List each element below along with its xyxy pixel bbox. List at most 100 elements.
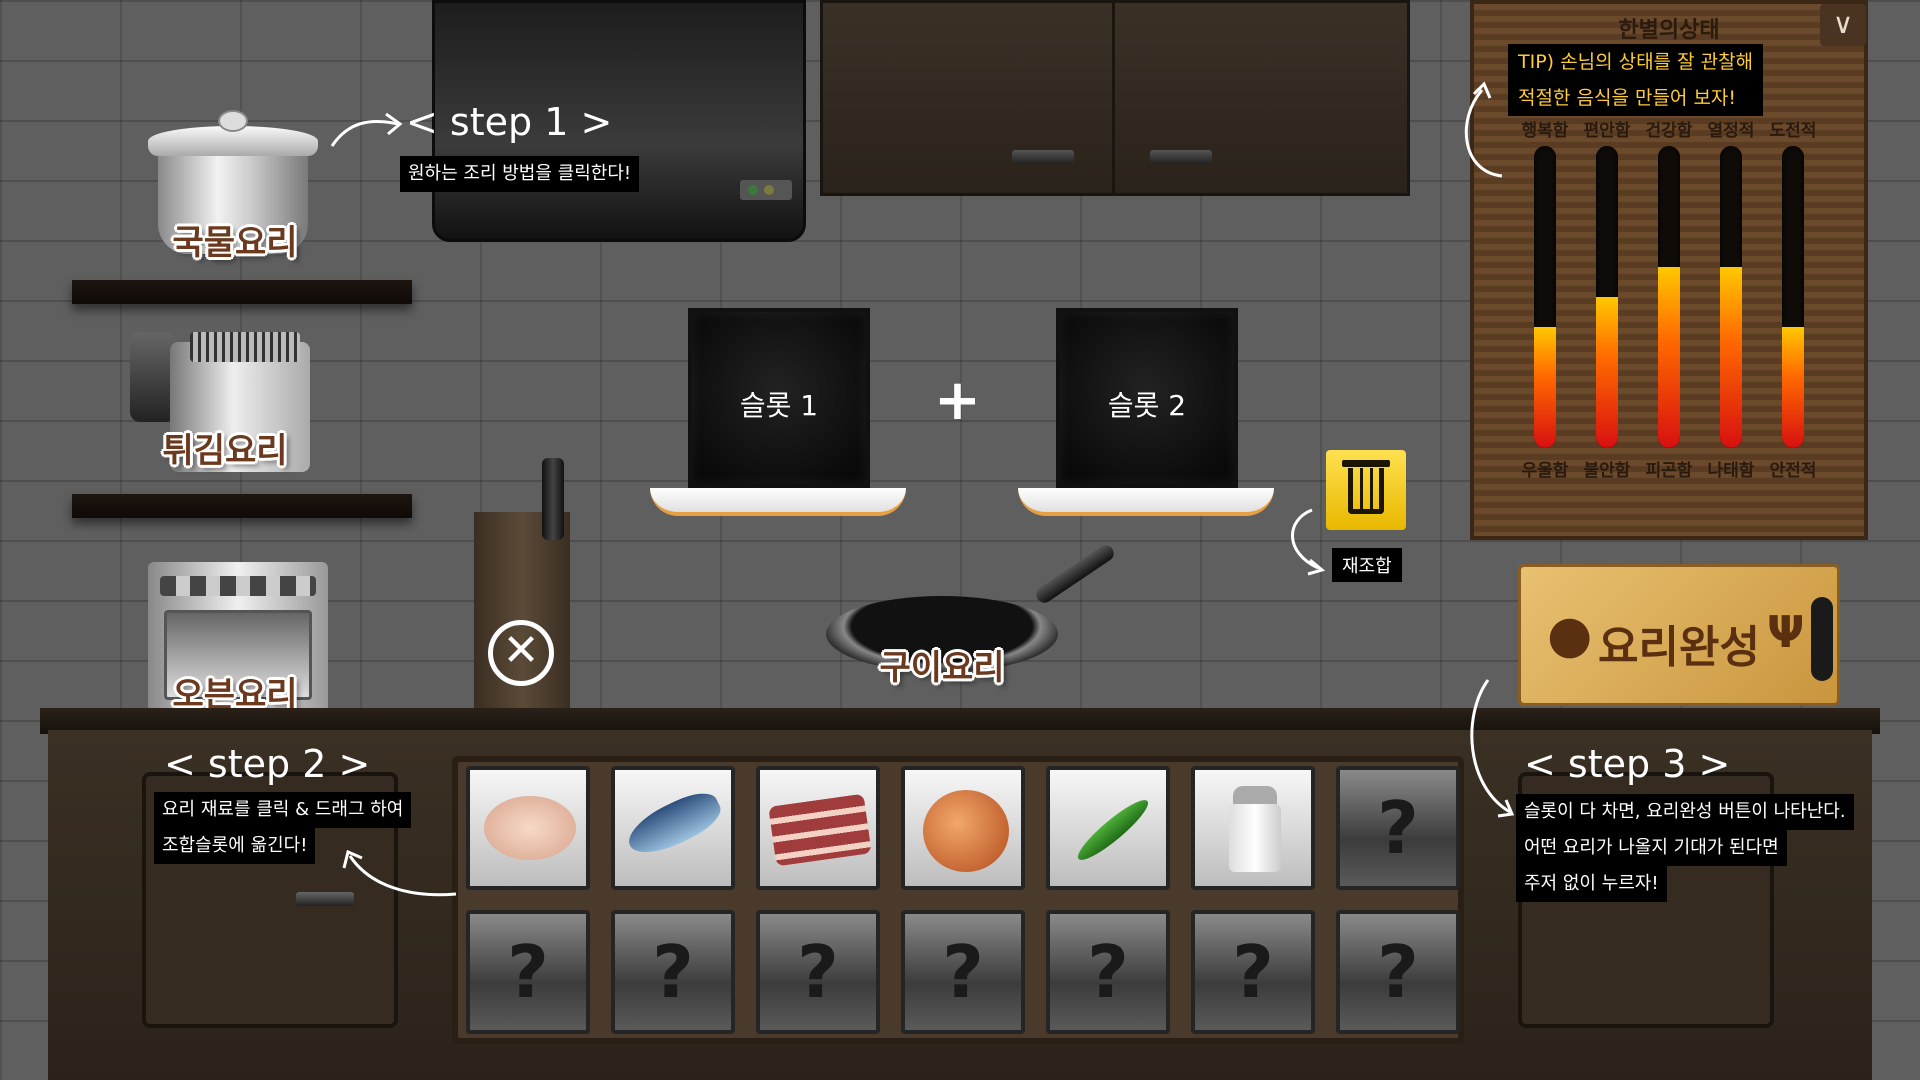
ingredient-slot[interactable] bbox=[901, 766, 1025, 890]
stat-top-label: 도전적 bbox=[1769, 121, 1817, 141]
locked-icon: ? bbox=[1377, 786, 1419, 870]
step-1-title: < step 1 > bbox=[406, 100, 613, 144]
step-3-line-1: 슬롯이 다 차면, 요리완성 버튼이 나타난다. bbox=[1516, 794, 1854, 830]
ingredient-slot[interactable] bbox=[756, 766, 880, 890]
chevron-down-icon[interactable]: ∨ bbox=[1820, 4, 1866, 46]
fry-cooking-button[interactable]: 튀김요리 bbox=[120, 312, 330, 482]
locked-icon: ? bbox=[1232, 930, 1274, 1014]
locked-ingredient-slot[interactable]: ? bbox=[1336, 766, 1460, 890]
chicken-icon bbox=[470, 770, 586, 886]
step-3-title: < step 3 > bbox=[1524, 742, 1731, 786]
stat-top-label: 건강함 bbox=[1645, 121, 1693, 141]
soup-cooking-button[interactable]: 국물요리 bbox=[130, 104, 340, 274]
reset-label: 재조합 bbox=[1332, 548, 1402, 582]
cabinet-handle bbox=[1150, 150, 1212, 164]
combination-slot-1[interactable]: 슬롯 1 bbox=[688, 308, 870, 488]
plate bbox=[1018, 488, 1274, 516]
locked-ingredient-slot[interactable]: ? bbox=[611, 910, 735, 1034]
trash-can bbox=[1348, 468, 1384, 514]
status-bar-fill bbox=[1534, 327, 1556, 448]
locked-icon: ? bbox=[652, 930, 694, 1014]
curved-arrow-icon bbox=[1464, 81, 1503, 178]
locked-ingredient-slot[interactable]: ? bbox=[756, 910, 880, 1034]
oven-cooking-button[interactable]: 오븐요리 bbox=[130, 556, 340, 726]
curved-arrow-icon bbox=[1291, 508, 1326, 576]
trash-icon[interactable] bbox=[1326, 450, 1406, 530]
close-circle-icon[interactable]: ✕ bbox=[488, 620, 554, 686]
curved-arrow-icon bbox=[330, 112, 403, 147]
curved-arrow-icon bbox=[342, 849, 457, 897]
status-bar bbox=[1658, 146, 1680, 448]
status-bar bbox=[1720, 146, 1742, 448]
stat-top-label: 행복함 bbox=[1521, 121, 1569, 141]
oven-knobs bbox=[160, 576, 316, 596]
shelf bbox=[72, 280, 412, 304]
status-bar bbox=[1782, 146, 1804, 448]
stat-bottom-label: 피곤함 bbox=[1645, 461, 1693, 481]
locked-icon: ? bbox=[797, 930, 839, 1014]
status-bar-fill bbox=[1658, 266, 1680, 448]
step-2-title: < step 2 > bbox=[164, 742, 371, 786]
status-bar-fill bbox=[1720, 266, 1742, 448]
board-handle bbox=[1811, 597, 1833, 681]
locked-ingredient-slot[interactable]: ? bbox=[901, 910, 1025, 1034]
ingredient-slot[interactable] bbox=[1046, 766, 1170, 890]
trash-lid bbox=[1342, 460, 1390, 467]
stat-top-label: 열정적 bbox=[1707, 121, 1755, 141]
ingredient-slot[interactable] bbox=[1191, 766, 1315, 890]
ingredient-slot[interactable] bbox=[466, 766, 590, 890]
pan-handle bbox=[1033, 542, 1117, 606]
complete-cooking-button[interactable]: ● 요리완성 Ψ bbox=[1518, 564, 1840, 706]
locked-ingredient-slot[interactable]: ? bbox=[1336, 910, 1460, 1034]
upper-cabinet-right bbox=[1112, 0, 1410, 196]
tip-line-1: TIP) 손님의 상태를 잘 관찰해 bbox=[1518, 51, 1754, 73]
fry-cooking-label: 튀김요리 bbox=[162, 431, 288, 471]
cabinet-handle bbox=[1012, 150, 1074, 164]
slot-2-label: 슬롯 2 bbox=[1107, 389, 1187, 422]
step-3-text: 슬롯이 다 차면, 요리완성 버튼이 나타난다. 어떤 요리가 나올지 기대가 … bbox=[1516, 794, 1854, 902]
step-3-line-3: 주저 없이 누르자! bbox=[1516, 866, 1667, 902]
stat-bottom-label: 우울함 bbox=[1521, 461, 1569, 481]
locked-icon: ? bbox=[1087, 930, 1129, 1014]
salt-shaker-icon bbox=[1195, 770, 1311, 886]
tip-line-2: 적절한 음식을 만들어 보자! bbox=[1518, 87, 1737, 109]
stat-bottom-label: 불안함 bbox=[1583, 461, 1631, 481]
locked-icon: ? bbox=[942, 930, 984, 1014]
ingredient-slot[interactable] bbox=[611, 766, 735, 890]
soup-cooking-label: 국물요리 bbox=[172, 223, 298, 263]
step-1-text: 원하는 조리 방법을 클릭한다! bbox=[400, 156, 640, 192]
stat-top-label: 편안함 bbox=[1583, 121, 1631, 141]
status-board-title: 한별의상태 bbox=[1618, 18, 1720, 43]
knife-handle bbox=[542, 458, 564, 540]
shelf bbox=[72, 494, 412, 518]
upper-cabinet-left bbox=[820, 0, 1118, 196]
chili-pepper-icon bbox=[1050, 770, 1166, 886]
slot-1-label: 슬롯 1 bbox=[739, 389, 819, 422]
plus-icon: + bbox=[934, 368, 981, 433]
step-2-line-2: 조합슬롯에 옮긴다! bbox=[154, 828, 316, 864]
combination-slot-2[interactable]: 슬롯 2 bbox=[1056, 308, 1238, 488]
status-bar-fill bbox=[1596, 297, 1618, 448]
locked-ingredient-slot[interactable]: ? bbox=[466, 910, 590, 1034]
pork-belly-icon bbox=[760, 770, 876, 886]
tip-box: TIP) 손님의 상태를 잘 관찰해 적절한 음식을 만들어 보자! bbox=[1508, 44, 1764, 116]
ham-icon bbox=[905, 770, 1021, 886]
locked-ingredient-slot[interactable]: ? bbox=[1191, 910, 1315, 1034]
step-3-line-2: 어떤 요리가 나올지 기대가 된다면 bbox=[1516, 830, 1787, 866]
fork-icon: Ψ bbox=[1767, 607, 1805, 658]
status-bar bbox=[1596, 146, 1618, 448]
stat-bottom-label: 나태함 bbox=[1707, 461, 1755, 481]
step-2-line-1: 요리 재료를 클릭 & 드래그 하여 bbox=[154, 792, 412, 828]
stat-bottom-label: 안전적 bbox=[1769, 461, 1817, 481]
fryer-basket bbox=[190, 332, 300, 362]
status-bar-fill bbox=[1782, 327, 1804, 448]
pot-knob bbox=[218, 110, 248, 132]
curved-arrow-icon bbox=[1470, 679, 1515, 818]
locked-icon: ? bbox=[507, 930, 549, 1014]
locked-icon: ? bbox=[1377, 930, 1419, 1014]
fish-icon bbox=[615, 770, 731, 886]
hood-indicator-lights bbox=[740, 180, 792, 200]
status-bar bbox=[1534, 146, 1556, 448]
locked-ingredient-slot[interactable]: ? bbox=[1046, 910, 1170, 1034]
plate bbox=[650, 488, 906, 516]
